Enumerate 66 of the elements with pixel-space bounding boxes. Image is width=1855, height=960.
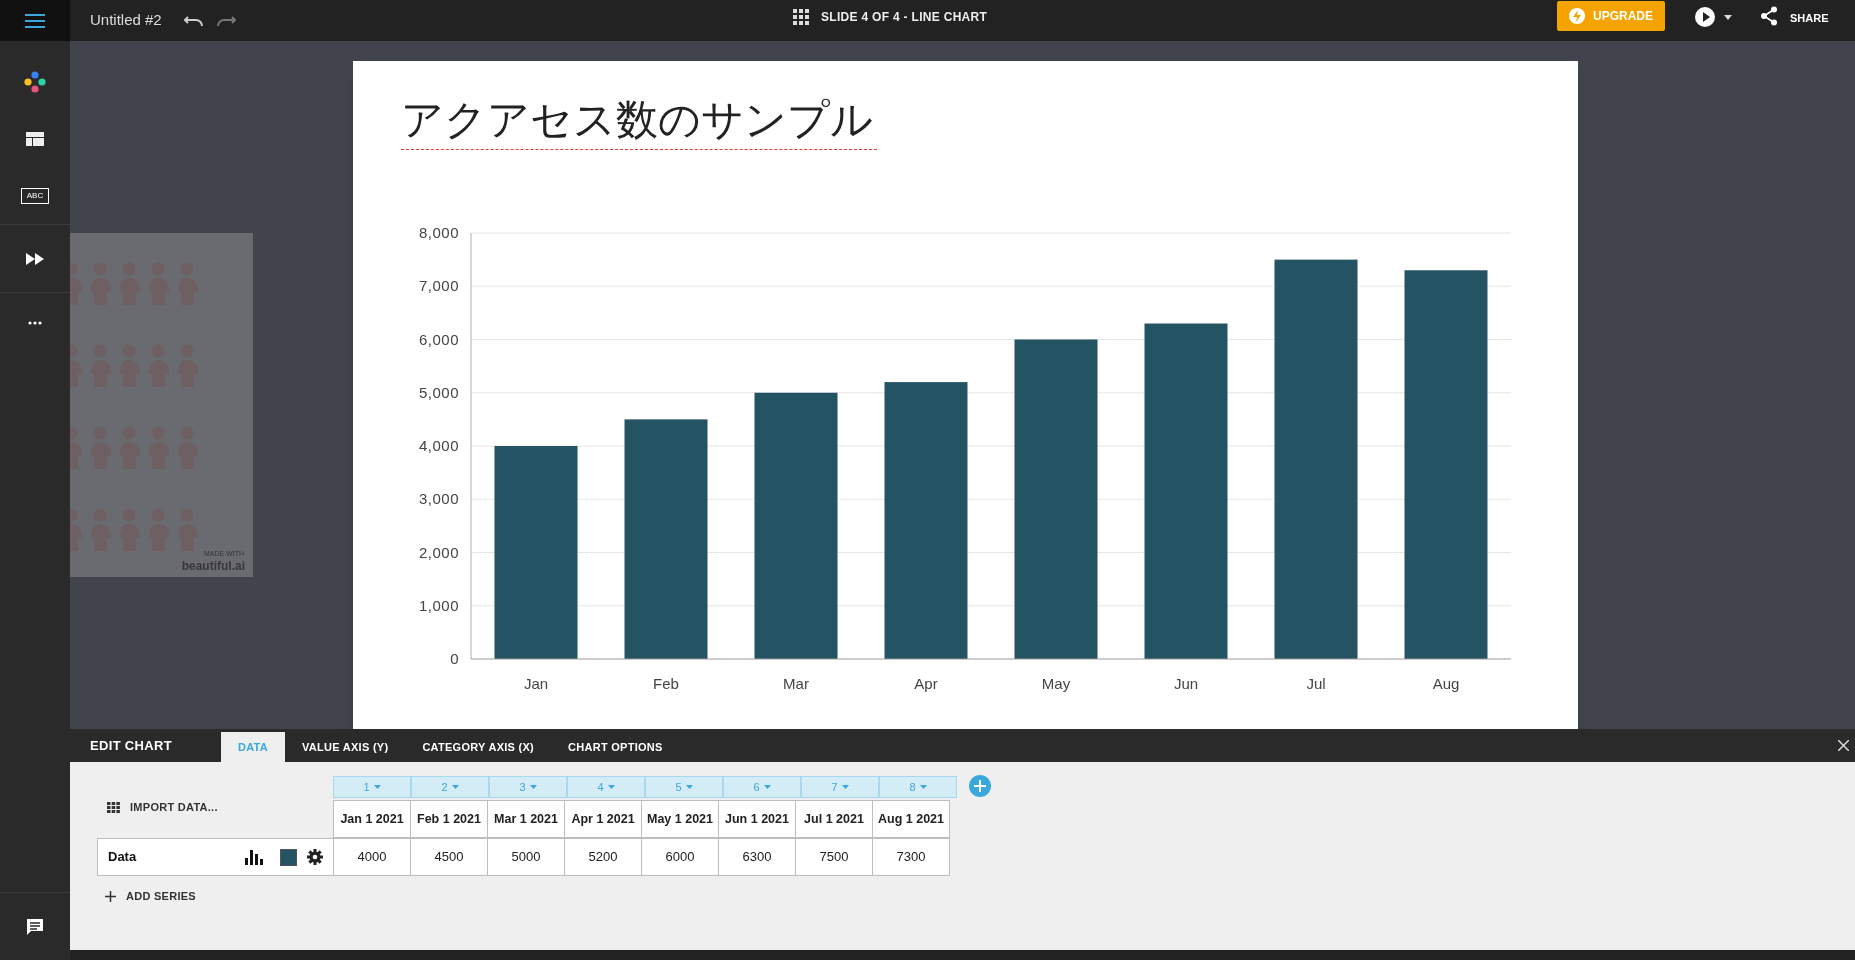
palette-icon[interactable] [24, 70, 46, 93]
y-tick-label: 5,000 [418, 383, 459, 401]
comment-icon[interactable] [26, 917, 44, 936]
y-tick-label: 3,000 [418, 490, 459, 508]
y-tick-label: 4,000 [418, 437, 459, 454]
redo-icon[interactable] [215, 14, 236, 27]
slide-label: SLIDE 4 OF 4 - LINE CHART [821, 9, 988, 26]
y-tick-label: 6,000 [418, 330, 459, 348]
date-cell[interactable]: May 1 2021 [641, 800, 719, 838]
series-cell[interactable]: Data [97, 838, 334, 876]
text-tool-icon[interactable]: ABC [20, 187, 50, 204]
document-title[interactable]: Untitled #2 [90, 9, 162, 32]
x-tick-label: Jun [1173, 675, 1199, 692]
bar-chart-icon[interactable] [245, 849, 265, 865]
tab[interactable]: CHART OPTIONS [551, 732, 680, 762]
tab[interactable]: VALUE AXIS (Y) [285, 732, 406, 762]
play-icon[interactable] [1695, 7, 1715, 27]
value-cell[interactable]: 4000 [333, 838, 411, 876]
close-icon[interactable] [1838, 740, 1849, 751]
date-cell[interactable]: Aug 1 2021 [872, 800, 950, 838]
slide-title[interactable]: アクアセス数のサンプル [401, 91, 877, 150]
y-tick-label: 0 [450, 650, 459, 667]
value-cell[interactable]: 7300 [872, 838, 950, 876]
grid-icon[interactable] [107, 801, 120, 813]
value-cell[interactable]: 6300 [718, 838, 796, 876]
y-tick-label: 7,000 [418, 277, 459, 295]
y-tick-label: 2,000 [418, 543, 459, 561]
color-swatch[interactable] [280, 848, 297, 866]
date-cell[interactable]: Jul 1 2021 [795, 800, 873, 838]
x-tick-label: Jan [523, 675, 549, 692]
y-tick-label: 1,000 [418, 596, 459, 614]
plus-icon[interactable] [105, 890, 116, 902]
date-cell[interactable]: Feb 1 2021 [410, 800, 488, 838]
x-tick-label: Apr [914, 675, 938, 692]
date-cell[interactable]: Mar 1 2021 [487, 800, 565, 838]
value-cell[interactable]: 6000 [641, 838, 719, 876]
share-label[interactable]: SHARE [1790, 10, 1829, 27]
caret-icon[interactable] [1724, 15, 1732, 20]
x-tick-label: Aug [1432, 675, 1460, 692]
value-cell[interactable]: 5000 [487, 838, 565, 876]
x-tick-label: May [1041, 675, 1071, 692]
value-cell[interactable]: 7500 [795, 838, 873, 876]
more-icon[interactable] [28, 321, 42, 325]
add-column-icon[interactable] [969, 775, 991, 797]
bolt-icon [1569, 8, 1585, 24]
y-tick-label: 8,000 [418, 224, 459, 241]
value-cell[interactable]: 4500 [410, 838, 488, 876]
tab[interactable]: CATEGORY AXIS (X) [405, 732, 552, 762]
menu-icon[interactable] [25, 13, 45, 28]
x-tick-label: Jul [1306, 675, 1326, 692]
date-cell[interactable]: Jan 1 2021 [333, 800, 411, 838]
fast-forward-icon[interactable] [26, 252, 44, 265]
value-cell[interactable]: 5200 [564, 838, 642, 876]
grid-icon[interactable] [793, 9, 809, 25]
share-icon[interactable] [1760, 6, 1778, 26]
date-cell[interactable]: Apr 1 2021 [564, 800, 642, 838]
series-name[interactable]: Data [108, 847, 245, 867]
undo-icon[interactable] [183, 14, 204, 27]
x-tick-label: Feb [653, 675, 679, 692]
import-data-button[interactable]: IMPORT DATA... [130, 799, 218, 816]
add-series-button[interactable]: ADD SERIES [126, 888, 196, 905]
x-tick-label: Mar [783, 675, 809, 692]
date-cell[interactable]: Jun 1 2021 [718, 800, 796, 838]
layout-icon[interactable] [26, 131, 44, 146]
settings-icon[interactable] [307, 849, 323, 865]
panel-title: EDIT CHART [90, 736, 173, 755]
